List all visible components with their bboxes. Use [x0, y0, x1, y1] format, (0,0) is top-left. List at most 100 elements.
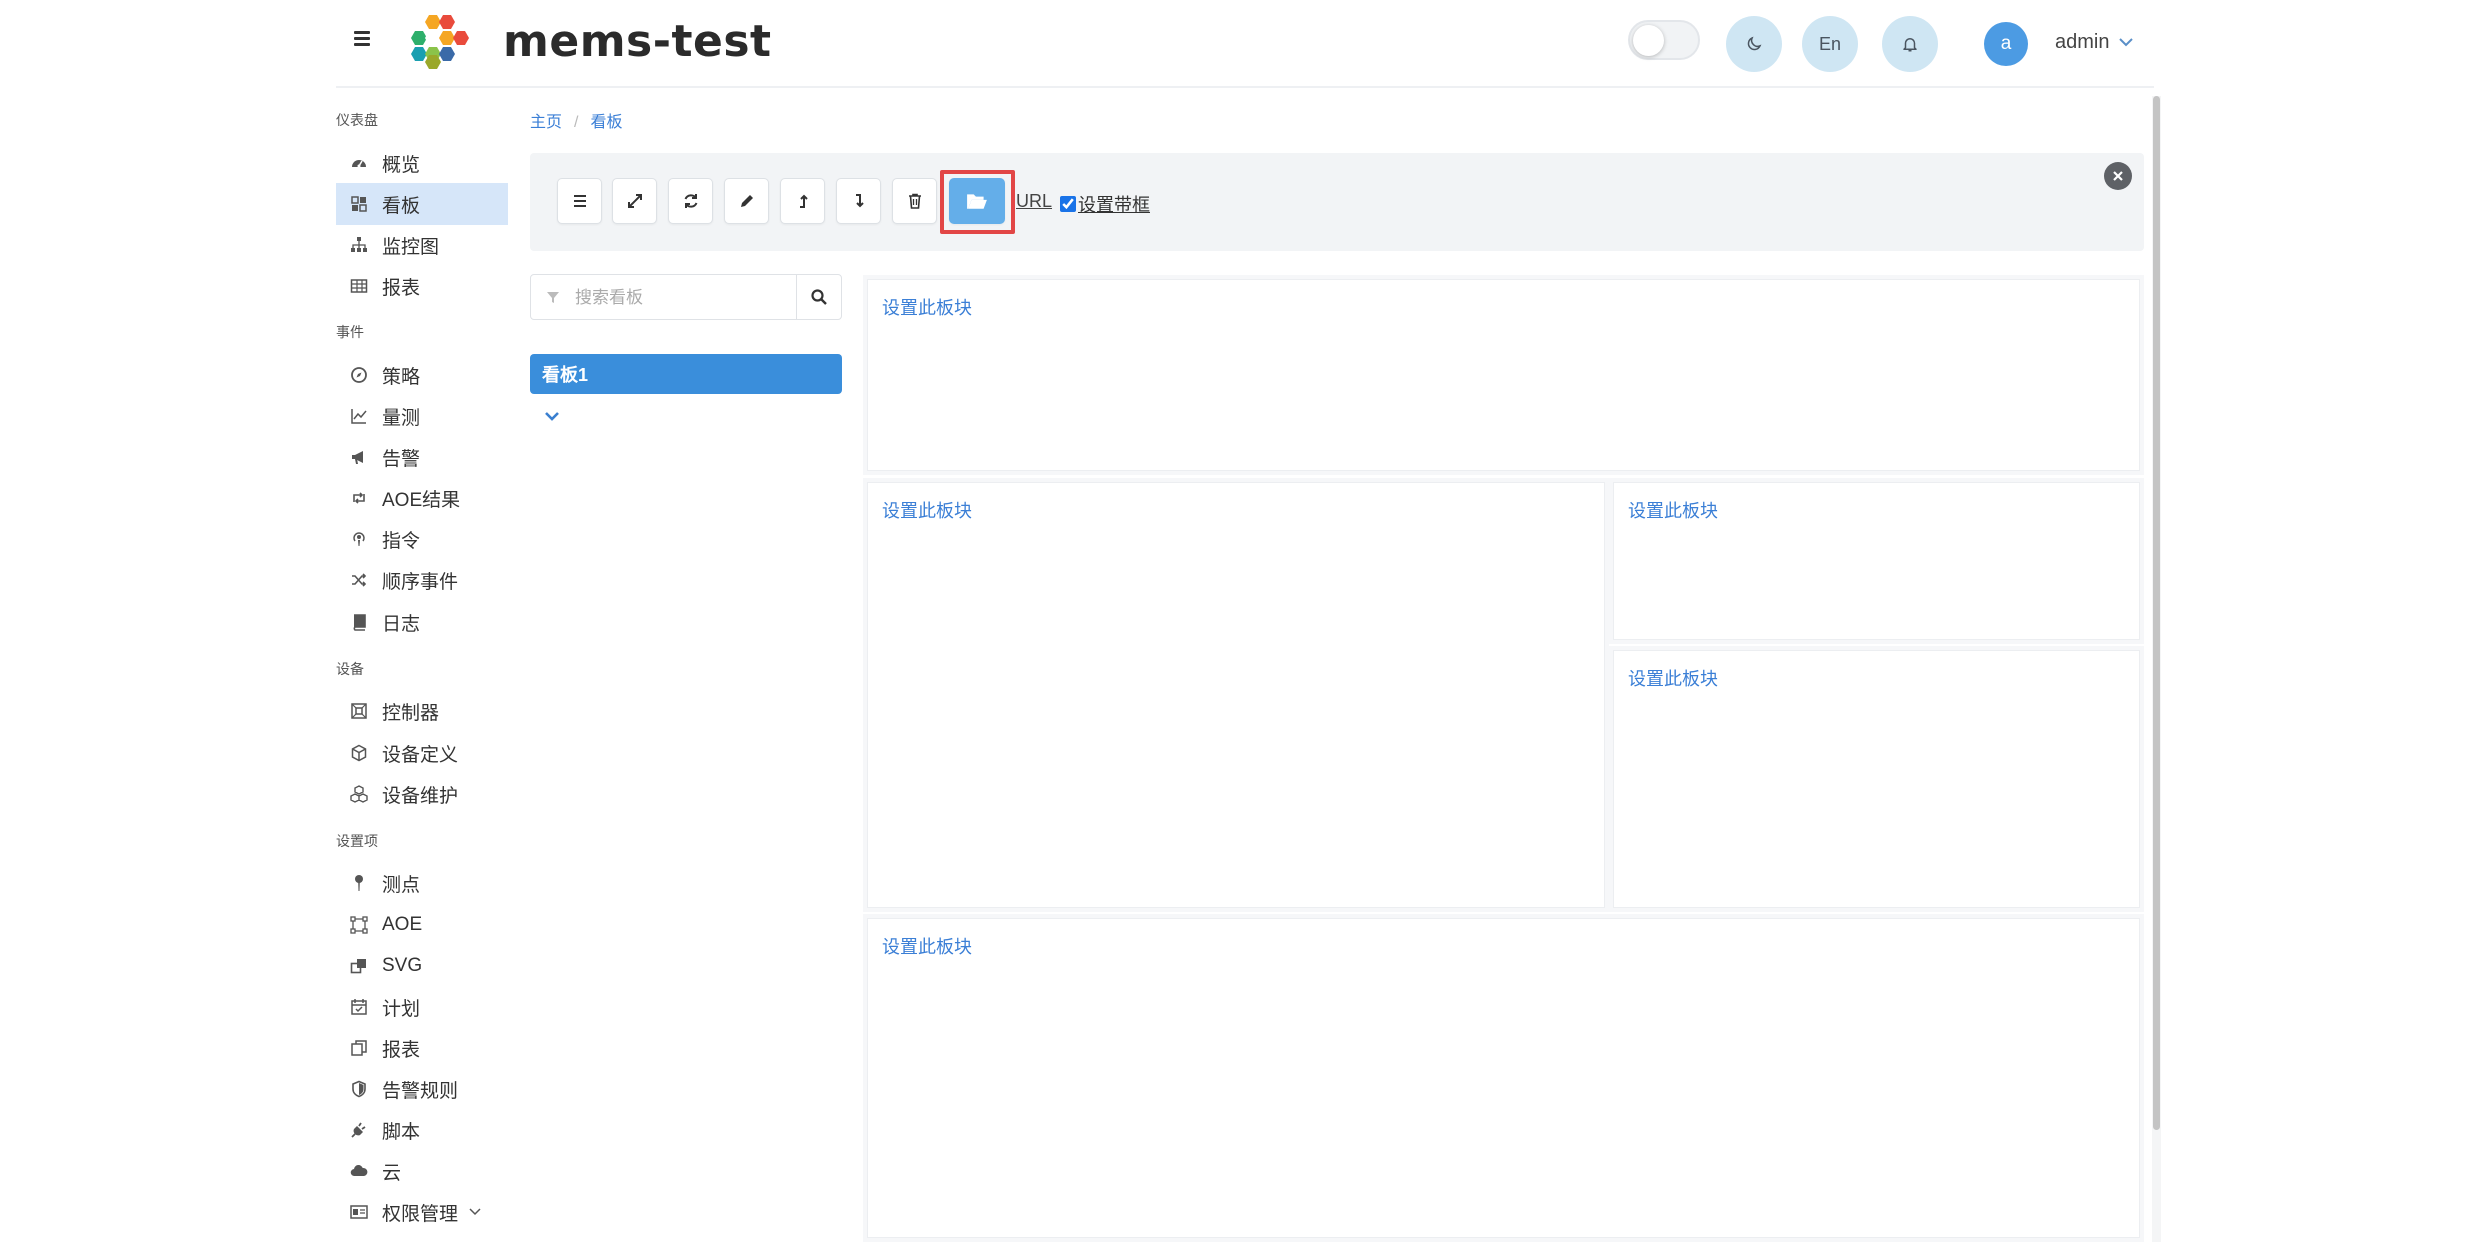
- sidebar-item-report-settings[interactable]: 报表: [336, 1027, 508, 1069]
- sidebar-item-label: 指令: [382, 530, 421, 552]
- sidebar-section-settings: 设置项: [336, 833, 378, 849]
- configure-block-link[interactable]: 设置此板块: [1628, 665, 1718, 691]
- language-label: En: [1818, 33, 1842, 54]
- sidebar-item-svg[interactable]: SVG: [336, 945, 508, 987]
- top-header: mems-test En a admin: [0, 0, 2489, 88]
- search-input[interactable]: [575, 283, 775, 313]
- shield-icon: [350, 1080, 368, 1098]
- avatar[interactable]: a: [1984, 22, 2028, 66]
- sidebar-item-strategy[interactable]: 策略: [336, 354, 508, 396]
- sidebar-item-label: 设备维护: [382, 785, 459, 807]
- sidebar-item-overview[interactable]: 概览: [336, 142, 508, 184]
- sidebar-item-monitor-diagram[interactable]: 监控图: [336, 224, 508, 266]
- filter-icon: [547, 292, 559, 303]
- breadcrumb-home-link[interactable]: 主页: [530, 114, 562, 131]
- search-button[interactable]: [796, 275, 841, 319]
- sidebar-item-permissions[interactable]: 权限管理: [336, 1191, 508, 1233]
- sidebar-item-device-definition[interactable]: 设备定义: [336, 732, 508, 774]
- sidebar-item-aoe[interactable]: AOE: [336, 904, 508, 946]
- breadcrumb: 主页 / 看板: [530, 108, 622, 132]
- theme-toggle-switch[interactable]: [1628, 20, 1700, 60]
- configure-block-link[interactable]: 设置此板块: [1628, 497, 1718, 523]
- sidebar-item-aoe-result[interactable]: AOE结果: [336, 477, 508, 519]
- configure-block-link[interactable]: 设置此板块: [882, 294, 972, 320]
- sidebar-item-alarm-rules[interactable]: 告警规则: [336, 1068, 508, 1110]
- dark-mode-button[interactable]: [1726, 16, 1782, 72]
- podcast-icon: [350, 530, 368, 548]
- sidebar-item-measure-point[interactable]: 测点: [336, 862, 508, 904]
- header-divider: [336, 86, 2154, 88]
- url-link[interactable]: URL: [1016, 191, 1052, 212]
- close-toolbar-button[interactable]: [2104, 162, 2132, 190]
- sidebar-item-device-maintenance[interactable]: 设备维护: [336, 773, 508, 815]
- sidebar-item-sequence-event[interactable]: 顺序事件: [336, 559, 508, 601]
- id-card-icon: [350, 1203, 368, 1221]
- compass-icon: [350, 366, 368, 384]
- expand-icon: [627, 194, 642, 208]
- sidebar-section-devices: 设备: [336, 661, 364, 677]
- sidebar-item-script[interactable]: 脚本: [336, 1109, 508, 1151]
- sidebar-item-cloud[interactable]: 云: [336, 1150, 508, 1192]
- menu-button[interactable]: [557, 178, 602, 224]
- sidebar-section-dashboard: 仪表盘: [336, 112, 378, 128]
- sidebar-item-controller[interactable]: 控制器: [336, 690, 508, 732]
- user-name[interactable]: admin: [2055, 31, 2109, 54]
- sidebar: 仪表盘 概览 看板 监控图 报表 事件 策略 量测 告警 AOE结果 指令 顺序…: [336, 96, 508, 1242]
- delete-icon: [908, 193, 921, 209]
- chevron-down-icon[interactable]: [2118, 36, 2134, 48]
- sidebar-item-report[interactable]: 报表: [336, 265, 508, 307]
- board-icon: [350, 195, 368, 213]
- language-button[interactable]: En: [1802, 16, 1858, 72]
- sidebar-item-label: 日志: [382, 613, 421, 635]
- search-icon: [811, 289, 827, 305]
- notifications-button[interactable]: [1882, 16, 1938, 72]
- sidebar-item-command[interactable]: 指令: [336, 518, 508, 560]
- sidebar-item-label: 权限管理: [382, 1203, 459, 1225]
- edit-icon: [740, 195, 753, 207]
- retweet-icon: [350, 489, 368, 507]
- sidebar-item-label: 报表: [382, 277, 421, 299]
- board-list-item[interactable]: 看板1: [530, 354, 842, 394]
- configure-block-link[interactable]: 设置此板块: [882, 933, 972, 959]
- clone-icon: [350, 957, 368, 975]
- app-logo-icon: [411, 15, 469, 69]
- sidebar-item-label: 看板: [382, 195, 421, 217]
- sidebar-item-label: AOE结果: [382, 489, 461, 511]
- sidebar-item-label: 告警: [382, 448, 421, 470]
- cube-icon: [350, 744, 368, 762]
- frame-checkbox-label: 设置带框: [1078, 195, 1150, 215]
- sidebar-item-plan[interactable]: 计划: [336, 986, 508, 1028]
- chevron-down-icon[interactable]: [542, 408, 562, 424]
- fullscreen-button[interactable]: [612, 178, 657, 224]
- sidebar-item-label: 脚本: [382, 1121, 421, 1143]
- cubes-icon: [350, 785, 368, 803]
- board-search: [530, 274, 842, 320]
- calendar-check-icon: [350, 998, 368, 1016]
- copy-icon: [350, 1039, 368, 1057]
- sidebar-item-measurement[interactable]: 量测: [336, 395, 508, 437]
- sitemap-icon: [350, 236, 368, 254]
- breadcrumb-current-link[interactable]: 看板: [590, 114, 622, 131]
- table-icon: [350, 277, 368, 295]
- sidebar-item-label: 概览: [382, 154, 421, 176]
- sidebar-item-label: 计划: [382, 998, 421, 1020]
- refresh-button[interactable]: [668, 178, 713, 224]
- sidebar-item-alarm[interactable]: 告警: [336, 436, 508, 478]
- configure-block-link[interactable]: 设置此板块: [882, 497, 972, 523]
- delete-button[interactable]: [892, 178, 937, 224]
- frame-checkbox-input[interactable]: [1060, 196, 1076, 212]
- sidebar-item-log[interactable]: 日志: [336, 601, 508, 643]
- plug-icon: [350, 1121, 368, 1139]
- move-up-button[interactable]: [780, 178, 825, 224]
- scrollbar-thumb[interactable]: [2153, 96, 2160, 1130]
- edit-button[interactable]: [724, 178, 769, 224]
- download-icon: [855, 194, 864, 208]
- move-down-button[interactable]: [836, 178, 881, 224]
- sidebar-item-board[interactable]: 看板: [336, 183, 508, 225]
- controller-icon: [350, 702, 368, 720]
- frame-setting-checkbox[interactable]: 设置带框: [1060, 191, 1150, 217]
- line-chart-icon: [350, 407, 368, 425]
- sidebar-toggle-button[interactable]: [354, 28, 376, 50]
- sidebar-item-label: 量测: [382, 407, 421, 429]
- moon-icon: [1747, 36, 1762, 51]
